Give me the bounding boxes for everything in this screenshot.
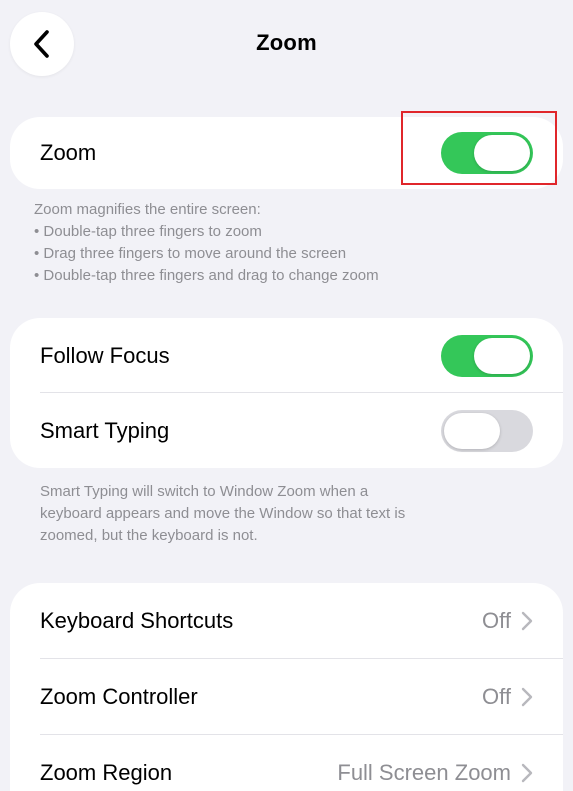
chevron-right-icon bbox=[521, 611, 533, 631]
smart-typing-description: Smart Typing will switch to Window Zoom … bbox=[40, 481, 555, 547]
zoom-description-bullet: • Double-tap three fingers and drag to c… bbox=[34, 267, 379, 284]
smart-typing-description-line: Smart Typing will switch to Window Zoom … bbox=[40, 483, 369, 500]
navigation-bar: Zoom bbox=[0, 0, 573, 90]
zoom-controller-label: Zoom Controller bbox=[40, 684, 198, 709]
focus-group: Follow Focus Smart Typing bbox=[10, 318, 563, 468]
zoom-controller-row[interactable]: Zoom Controller Off bbox=[10, 659, 563, 735]
smart-typing-description-line: keyboard appears and move the Window so … bbox=[40, 505, 406, 522]
keyboard-shortcuts-row[interactable]: Keyboard Shortcuts Off bbox=[10, 583, 563, 659]
follow-focus-row: Follow Focus bbox=[10, 318, 563, 393]
zoom-settings-screen: Zoom Zoom Zoom magnifies the entire scre… bbox=[0, 0, 573, 791]
zoom-controller-value: Off bbox=[482, 684, 511, 709]
follow-focus-label: Follow Focus bbox=[40, 342, 170, 368]
zoom-region-row[interactable]: Zoom Region Full Screen Zoom bbox=[10, 735, 563, 791]
keyboard-shortcuts-value: Off bbox=[482, 608, 511, 633]
zoom-description-bullet: • Drag three fingers to move around the … bbox=[34, 245, 347, 262]
zoom-description: Zoom magnifies the entire screen: • Doub… bbox=[34, 199, 554, 287]
zoom-description-bullet: • Double-tap three fingers to zoom bbox=[34, 223, 262, 240]
settings-group: Keyboard Shortcuts Off Zoom Controller O… bbox=[10, 583, 563, 791]
smart-typing-toggle[interactable] bbox=[441, 409, 533, 452]
zoom-region-value: Full Screen Zoom bbox=[337, 760, 511, 785]
zoom-label: Zoom bbox=[40, 140, 97, 165]
smart-typing-row: Smart Typing bbox=[10, 393, 563, 468]
page-title: Zoom bbox=[256, 30, 317, 55]
toggle-knob bbox=[444, 412, 500, 449]
follow-focus-toggle[interactable] bbox=[441, 334, 533, 377]
keyboard-shortcuts-label: Keyboard Shortcuts bbox=[40, 608, 234, 633]
highlight-box bbox=[401, 111, 557, 185]
toggle-knob bbox=[474, 337, 530, 374]
chevron-right-icon bbox=[521, 687, 533, 707]
smart-typing-description-line: zoomed, but the keyboard is not. bbox=[40, 527, 258, 544]
zoom-region-label: Zoom Region bbox=[40, 760, 173, 785]
zoom-description-heading: Zoom magnifies the entire screen: bbox=[34, 201, 261, 218]
smart-typing-label: Smart Typing bbox=[40, 417, 170, 443]
chevron-right-icon bbox=[521, 763, 533, 783]
